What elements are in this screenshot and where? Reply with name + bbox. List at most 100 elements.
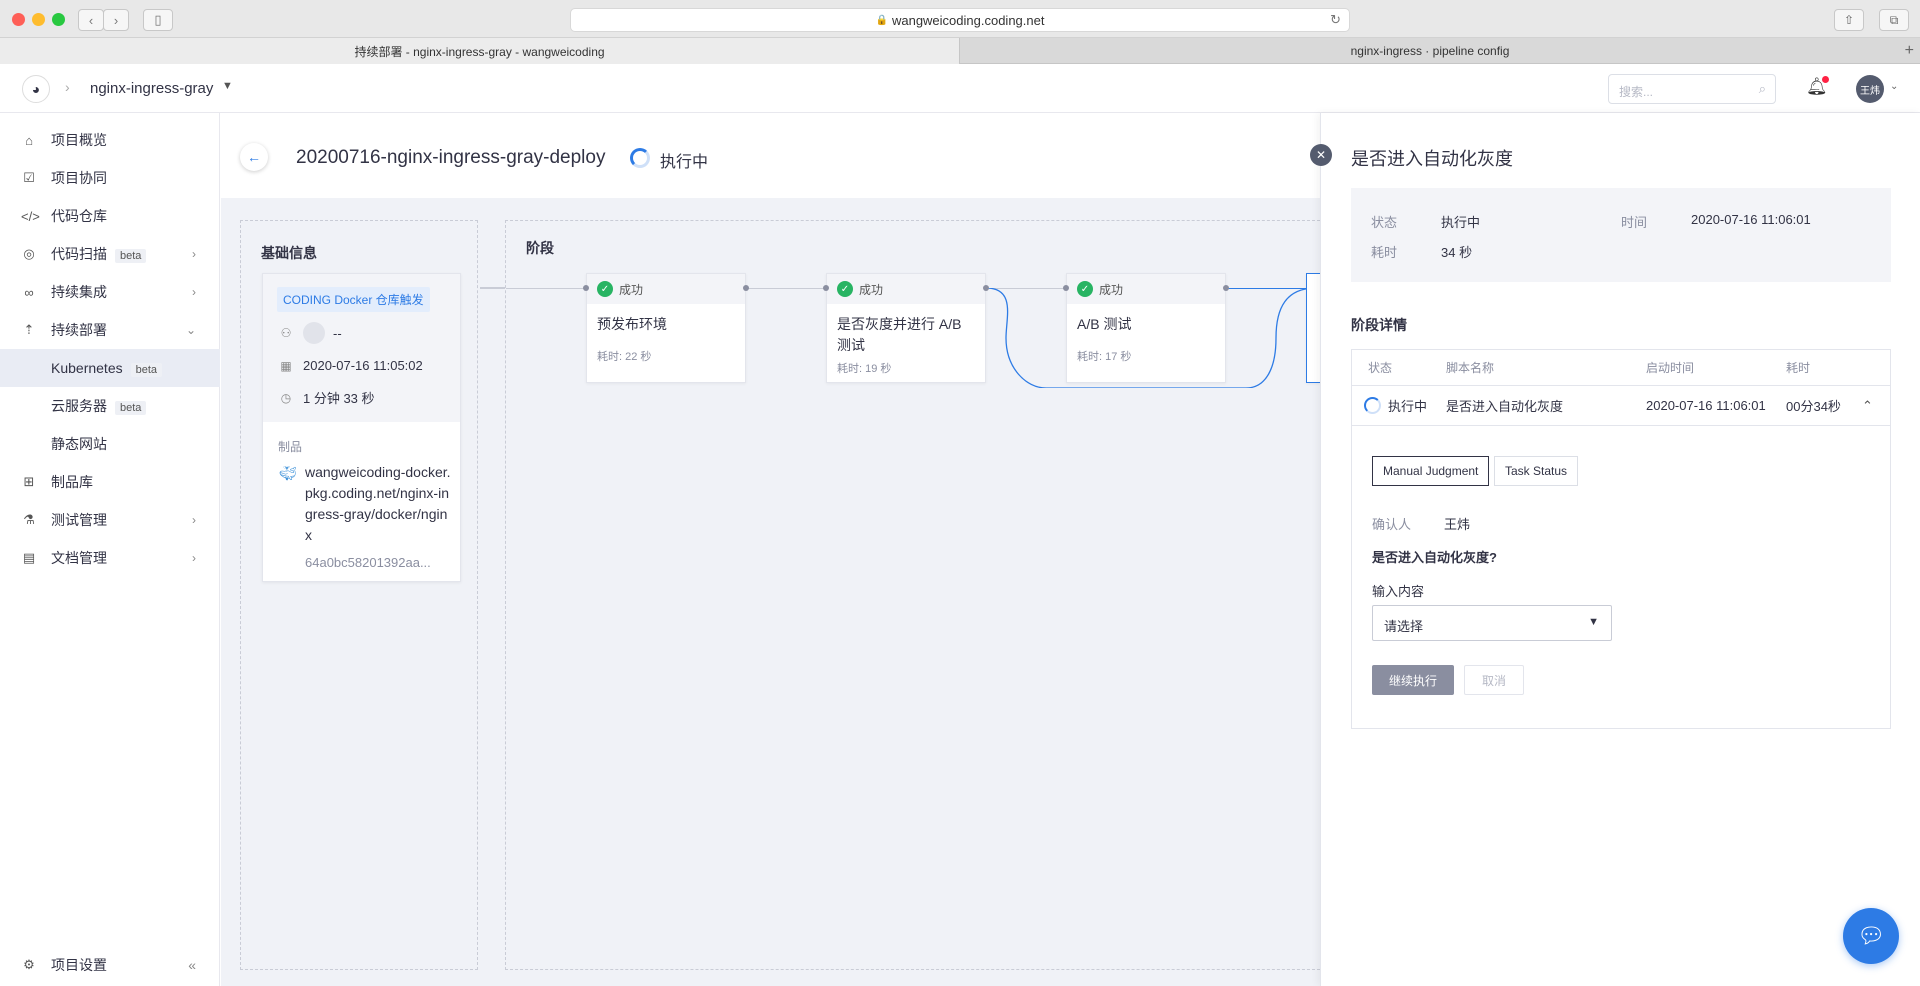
close-window-button[interactable] [12,13,25,26]
rocket-icon: ⇡ [23,322,35,337]
sidebar-item-repo[interactable]: </> 代码仓库 [0,197,220,235]
time-label: 时间 [1621,215,1648,230]
sidebar-item-kubernetes[interactable]: Kubernetes beta [0,349,220,387]
avatar[interactable]: 王炜 [1856,75,1884,103]
status-value: 执行中 [1441,215,1481,230]
stage-port [743,285,749,291]
sidebar-item-artifacts[interactable]: ⊞ 制品库 [0,463,220,501]
sidebar-item-label: 项目设置 [51,957,107,973]
address-bar[interactable]: 🔒 wangweicoding.coding.net ↻ [570,8,1350,32]
app-header: ◕ › nginx-ingress-gray ▼ 搜索... ⌕ 🔔︎ 王炜 ⌄ [0,64,1920,113]
stages-panel: 阶段 ✓ 成功 预发布环境 耗时: 22 秒 ✓ 成功 是否灰度并进行 A/B 测试… [505,220,1321,970]
confirmer-label: 确认人 [1372,517,1412,532]
sidebar-item-cd[interactable]: ⇡ 持续部署 ⌄ [0,311,220,349]
lock-icon: 🔒 [875,14,888,26]
trigger-card[interactable]: CODING Docker 仓库触发 ⚇ -- ▦ 2020-07-16 11:… [262,273,461,582]
row-duration: 00分34秒 [1786,399,1841,414]
sidebar-item-docs[interactable]: ▤ 文档管理 › [0,539,220,577]
sidebar-item-label: 代码扫描 beta [51,244,147,264]
trigger-duration-row: ◷ 1 分钟 33 秒 [279,388,375,407]
stage-card[interactable]: ✓ 成功 A/B 测试 耗时: 17 秒 [1066,273,1226,383]
sidebar-item-collab[interactable]: ☑ 项目协同 [0,159,220,197]
stage-card[interactable]: ✓ 成功 是否灰度并进行 A/B 测试 耗时: 19 秒 [826,273,986,383]
project-name[interactable]: nginx-ingress-gray [90,80,213,97]
chevron-right-icon: › [192,285,196,299]
close-icon[interactable]: ✕ [1310,144,1332,166]
browser-titlebar: ‹ › ▯ 🔒 wangweicoding.coding.net ↻ ⇧ ⧉ [0,0,1920,38]
judgment-select[interactable]: 请选择 ▼ [1372,605,1612,641]
sidebar-toggle-icon[interactable]: ▯ [143,9,173,31]
tab-task-status[interactable]: Task Status [1494,456,1579,486]
tab-manual-judgment[interactable]: Manual Judgment [1372,456,1490,486]
artifact-path[interactable]: wangweicoding-docker.pkg.coding.net/ngin… [305,462,451,546]
sidebar-item-ci[interactable]: ∞ 持续集成 › [0,273,220,311]
minimize-window-button[interactable] [32,13,45,26]
chevron-up-icon[interactable]: ⌃ [1862,386,1873,425]
continue-button[interactable]: 继续执行 [1372,665,1454,695]
check-circle-icon: ✓ [597,281,613,297]
share-icon[interactable]: ⇧ [1834,9,1864,31]
stage-info: 状态 执行中 时间 2020-07-16 11:06:01 耗时 34 秒 [1351,188,1891,282]
trigger-user: -- [333,325,342,341]
stage-status: ✓ 成功 [1067,274,1225,304]
artifact-hash: 64a0bc58201392aa... [305,555,431,570]
stage-port [823,285,829,291]
stage-detail-table: 状态 脚本名称 启动时间 耗时 执行中 是否进入自动化灰度 2020-07-16… [1351,349,1891,729]
reload-icon[interactable]: ↻ [1330,12,1341,28]
trigger-time-row: ▦ 2020-07-16 11:05:02 [279,358,422,373]
stage-card-running[interactable] [1306,273,1321,383]
caret-down-icon[interactable]: ▼ [222,80,233,92]
sidebar-item-label: 代码仓库 [51,208,107,224]
stage-name: A/B 测试 [1077,316,1132,332]
artifact-label: 制品 [278,440,303,454]
trigger-duration: 1 分钟 33 秒 [303,391,375,406]
coding-logo-icon[interactable]: ◕ [22,75,50,103]
url-text: wangweicoding.coding.net [891,12,1045,28]
table-row[interactable]: 执行中 是否进入自动化灰度 2020-07-16 11:06:01 00分34秒… [1352,386,1890,426]
sidebar-item-overview[interactable]: ⌂ 项目概览 [0,121,220,159]
sidebar-item-cloud-server[interactable]: 云服务器 beta [0,387,220,425]
back-arrow-icon[interactable]: ← [240,143,268,171]
sidebar-item-label: 文档管理 [51,550,107,566]
caret-down-icon: ▼ [1588,616,1599,628]
input-label: 输入内容 [1372,584,1425,599]
sidebar-item-settings[interactable]: ⚙ 项目设置 « [0,946,220,984]
calendar-icon: ▦ [280,358,292,373]
select-value: 请选择 [1384,619,1424,634]
section-title: 阶段 [526,240,554,256]
sidebar-item-scan[interactable]: ◎ 代码扫描 beta › [0,235,220,273]
package-icon: ⊞ [23,474,35,489]
tabs-overview-icon[interactable]: ⧉ [1879,9,1909,31]
stage-port [1063,285,1069,291]
sidebar-item-static-site[interactable]: 静态网站 [0,425,220,463]
collapse-sidebar-icon[interactable]: « [188,957,196,973]
basic-info-panel: 基础信息 CODING Docker 仓库触发 ⚇ -- ▦ 2020-07-1… [240,220,478,970]
new-tab-icon[interactable]: + [1905,42,1914,60]
browser-tab-active[interactable]: 持续部署 - nginx-ingress-gray - wangweicodin… [0,38,960,64]
search-input[interactable]: 搜索... ⌕ [1608,74,1776,104]
cancel-button[interactable]: 取消 [1464,665,1524,695]
beta-badge: beta [115,249,147,263]
chevron-right-icon: › [192,513,196,527]
stage-name: 预发布环境 [597,316,667,332]
sidebar-item-label: 制品库 [51,474,93,490]
chat-support-icon[interactable]: 💬︎ [1843,908,1899,964]
browser-forward-button[interactable]: › [103,9,129,31]
time-value: 2020-07-16 11:06:01 [1691,212,1811,227]
maximize-window-button[interactable] [52,13,65,26]
column-header: 启动时间 [1646,361,1695,375]
chevron-right-icon: › [192,551,196,565]
row-status: 执行中 [1388,399,1428,414]
status-badge: 执行中 [660,154,709,171]
trigger-user-row: ⚇ -- [279,322,342,344]
browser-tab[interactable]: nginx-ingress · pipeline config [960,38,1900,64]
column-header: 耗时 [1786,361,1811,375]
stage-status: ✓ 成功 [587,274,745,304]
loading-spinner-icon [1364,397,1381,414]
browser-back-button[interactable]: ‹ [78,9,104,31]
sidebar-item-label: 持续集成 [51,284,107,300]
stage-card[interactable]: ✓ 成功 预发布环境 耗时: 22 秒 [586,273,746,383]
sidebar-item-testing[interactable]: ⚗ 测试管理 › [0,501,220,539]
stage-status-text: 成功 [859,282,884,297]
chevron-down-icon[interactable]: ⌄ [1890,81,1898,92]
